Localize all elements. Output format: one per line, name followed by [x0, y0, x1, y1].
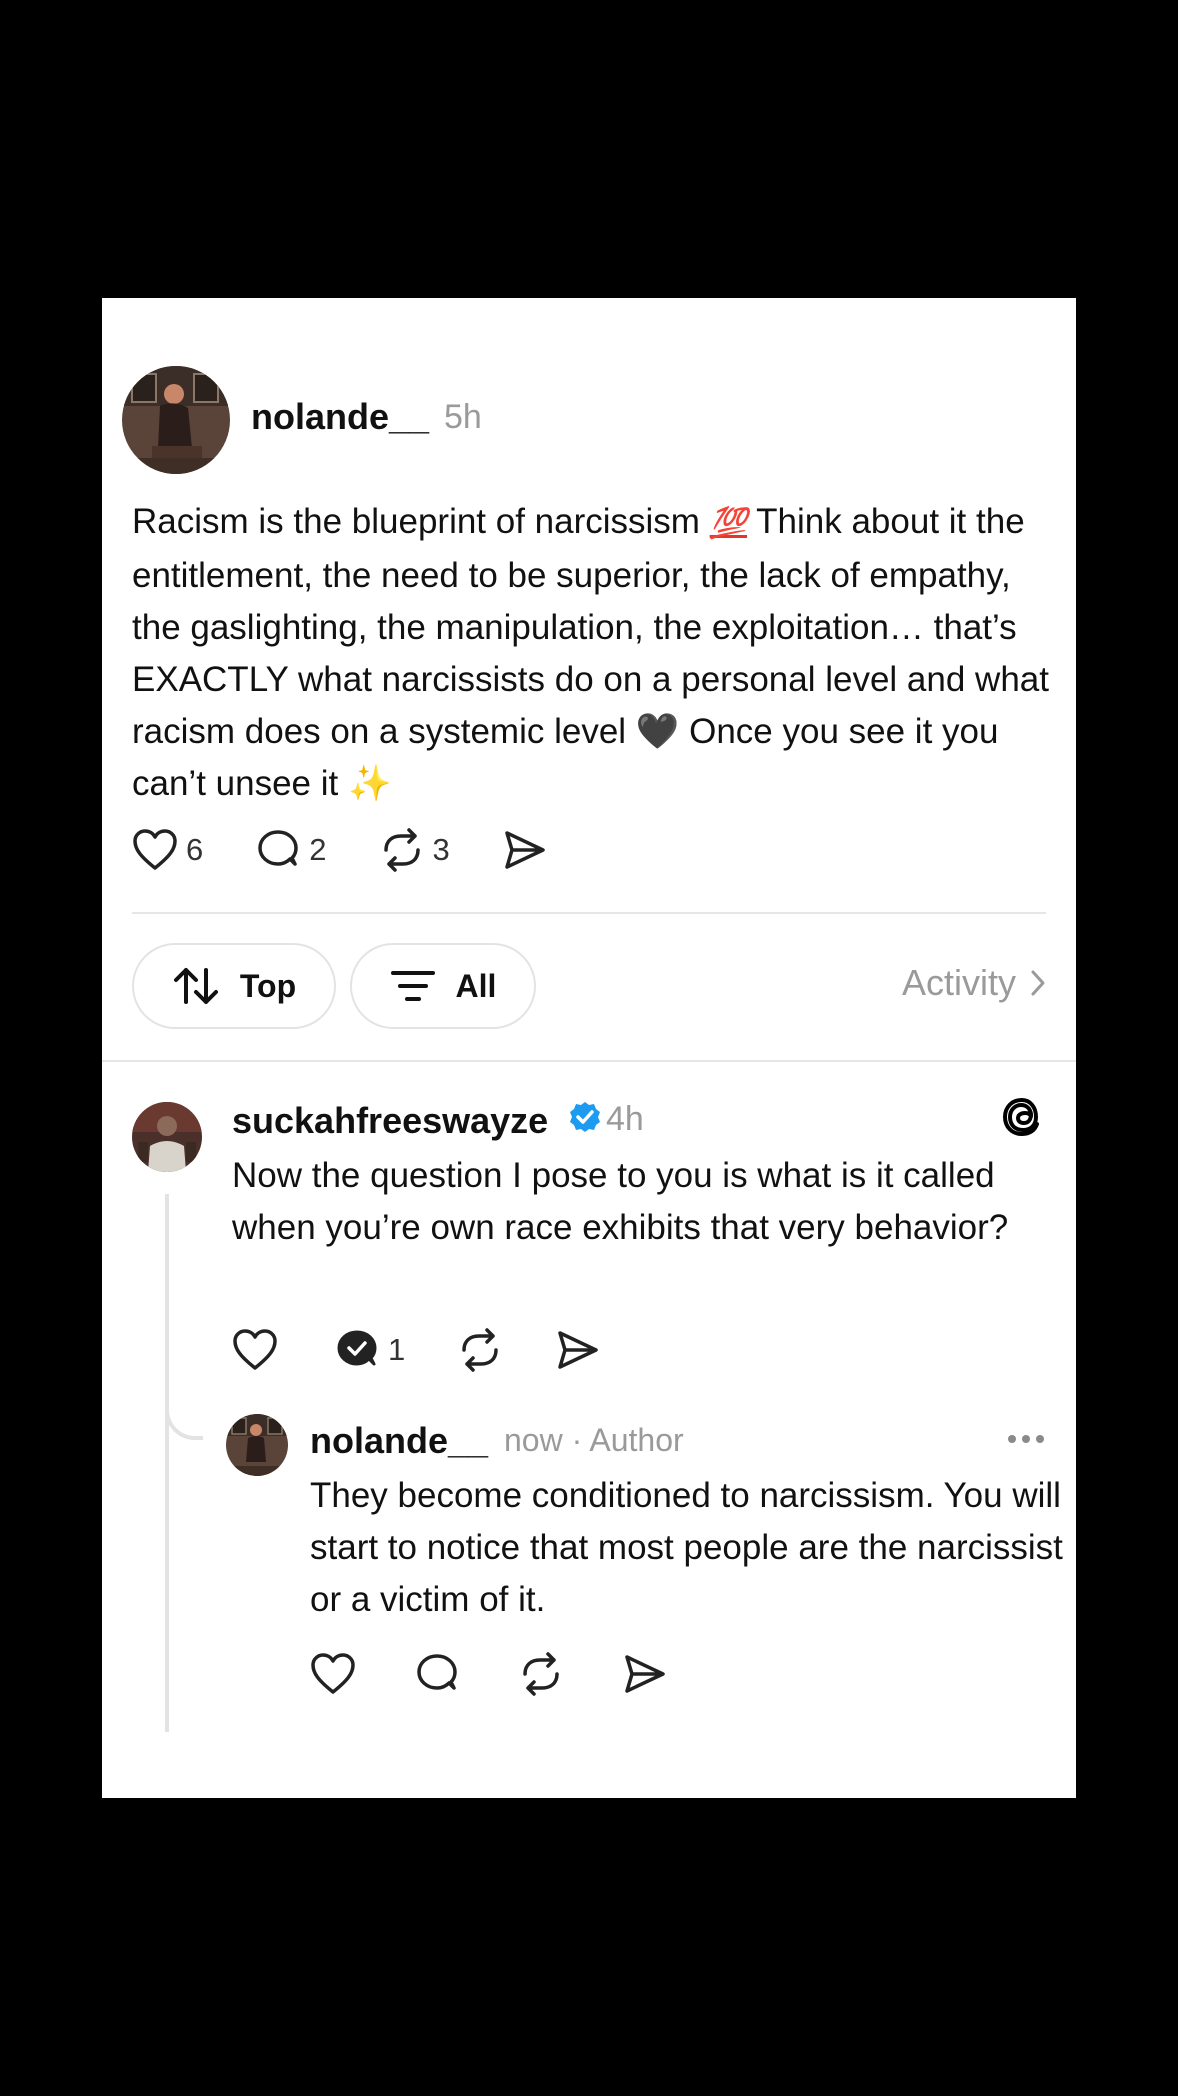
nested-reply-actions — [310, 1652, 720, 1696]
reply-author-username[interactable]: suckahfreeswayze — [232, 1100, 548, 1142]
sort-arrows-icon — [172, 966, 220, 1006]
thread-card: nolande__ 5h Racism is the blueprint of … — [102, 298, 1076, 1798]
send-icon — [622, 1652, 668, 1696]
divider — [102, 1060, 1076, 1062]
repost-icon — [457, 1328, 503, 1372]
share-button[interactable] — [555, 1328, 601, 1372]
thread-line — [165, 1194, 169, 1732]
sort-top-button[interactable]: Top — [132, 943, 336, 1029]
comment-button[interactable] — [414, 1652, 460, 1696]
filter-label: All — [455, 967, 497, 1004]
heart-icon — [132, 828, 178, 872]
post-author-username[interactable]: nolande__ — [251, 396, 429, 438]
nested-reply-text: They become conditioned to narcissism. Y… — [310, 1476, 1063, 1619]
reply-actions: 1 — [232, 1328, 653, 1372]
repost-button[interactable] — [457, 1328, 503, 1372]
repost-button[interactable]: 3 — [379, 828, 450, 872]
filter-icon — [390, 968, 436, 1004]
repost-count: 3 — [432, 832, 450, 867]
comment-filled-check-icon — [334, 1328, 380, 1372]
heart-icon — [232, 1328, 278, 1372]
filter-all-button[interactable]: All — [350, 943, 536, 1029]
nested-reply-meta: now · Author — [504, 1422, 684, 1458]
post-timestamp: 5h — [444, 398, 482, 436]
like-button[interactable]: 6 — [132, 828, 203, 872]
comment-icon — [255, 828, 301, 872]
share-button[interactable] — [502, 828, 548, 872]
more-options-icon[interactable] — [1006, 1432, 1046, 1450]
nested-reply-author-username[interactable]: nolande__ — [310, 1420, 488, 1462]
black-heart-emoji: 🖤 — [635, 712, 680, 751]
activity-link[interactable]: Activity — [902, 962, 1046, 1004]
send-icon — [502, 828, 548, 872]
share-button[interactable] — [622, 1652, 668, 1696]
repost-icon — [379, 828, 425, 872]
comment-button[interactable]: 1 — [334, 1328, 405, 1372]
like-button[interactable] — [232, 1328, 278, 1372]
send-icon — [555, 1328, 601, 1372]
comment-icon — [414, 1652, 460, 1696]
reply-timestamp: 4h — [606, 1100, 644, 1138]
like-button[interactable] — [310, 1652, 356, 1696]
post-author-avatar[interactable] — [122, 366, 230, 474]
sparkles-emoji: ✨ — [347, 764, 392, 803]
threads-logo-icon[interactable] — [1000, 1094, 1046, 1145]
hundred-points-emoji: 💯 — [709, 507, 748, 540]
nested-reply-author-avatar[interactable] — [226, 1414, 288, 1476]
post-actions: 6 2 3 — [132, 828, 600, 872]
like-count: 6 — [186, 832, 204, 867]
reply-author-avatar[interactable] — [132, 1102, 202, 1172]
comment-count: 2 — [309, 832, 327, 867]
repost-icon — [518, 1652, 564, 1696]
divider — [132, 912, 1046, 914]
chevron-right-icon — [1030, 969, 1046, 997]
reply-text: Now the question I pose to you is what i… — [232, 1156, 1009, 1247]
thread-connector — [165, 1396, 203, 1440]
post-text: Racism is the blueprint of narcissism 💯 … — [132, 502, 1049, 803]
sort-label: Top — [239, 967, 297, 1004]
comment-count: 1 — [388, 1332, 406, 1367]
activity-label: Activity — [901, 962, 1016, 1003]
repost-button[interactable] — [518, 1652, 564, 1696]
verified-badge-icon — [568, 1100, 602, 1139]
heart-icon — [310, 1652, 356, 1696]
comment-button[interactable]: 2 — [255, 828, 327, 872]
